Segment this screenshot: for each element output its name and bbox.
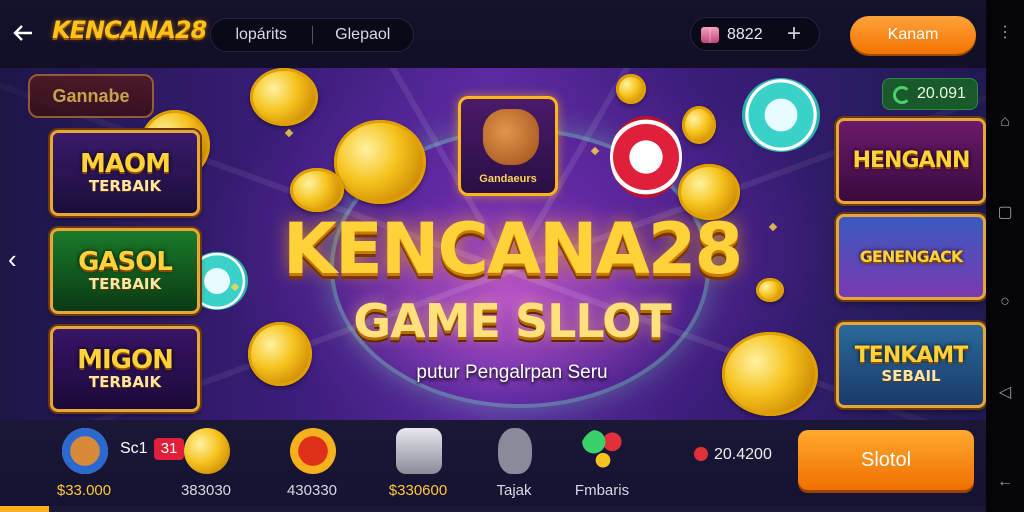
bitcoin-icon xyxy=(290,428,336,474)
gold-coin-icon xyxy=(682,106,716,144)
system-navigation-bar: ⋮ ⌂ ▢ ○ ◁ ← xyxy=(986,0,1024,512)
bottom-item-caption: Fmbaris xyxy=(574,482,630,499)
gold-coin-icon xyxy=(250,68,318,126)
add-icon[interactable]: + xyxy=(787,20,801,48)
gold-coin-icon xyxy=(290,168,344,212)
app-screen: ⋮ ⌂ ▢ ○ ◁ ← KENCANA28 lopárits Glepaol 8… xyxy=(0,0,1024,512)
mascot-badge: Gandaeurs xyxy=(458,96,558,196)
badge-prefix: Sc1 xyxy=(120,440,148,457)
square-icon[interactable]: ▢ xyxy=(995,202,1015,222)
bottom-item-caption: 430330 xyxy=(286,482,338,499)
circle-icon[interactable]: ○ xyxy=(995,292,1015,312)
prize-value: 20.091 xyxy=(917,85,966,102)
back-icon[interactable] xyxy=(12,22,34,44)
gift-icon xyxy=(701,27,719,43)
apple-icon xyxy=(498,428,532,474)
game-tile-right-3[interactable]: TENKAMT SEBAIL xyxy=(836,322,986,408)
slot-play-button[interactable]: Slotol xyxy=(798,430,974,490)
bottom-item-caption: $330600 xyxy=(388,482,448,499)
tab-switcher: lopárits Glepaol xyxy=(210,18,414,52)
tile-title: MAOM xyxy=(80,149,171,179)
sparkle-icon xyxy=(284,128,294,138)
loading-progress-bar xyxy=(0,506,986,512)
coin-balance[interactable]: 8822 + xyxy=(690,17,820,51)
bottom-item-caption: 383030 xyxy=(180,482,232,499)
bottom-item-1[interactable]: $33.000 xyxy=(44,424,124,504)
game-tile-left-2[interactable]: GASOL TERBAIK xyxy=(50,228,200,314)
top-bar: KENCANA28 lopárits Glepaol 8822 + Kanam xyxy=(0,0,986,68)
tab-second[interactable]: Glepaol xyxy=(313,26,414,44)
bottom-item-4[interactable]: $330600 xyxy=(378,424,458,504)
coin-value: 8822 xyxy=(727,26,763,43)
gems-icon xyxy=(580,428,626,474)
carousel-prev-icon[interactable]: ‹ xyxy=(8,244,17,275)
tile-title: HENGANN xyxy=(852,148,971,173)
bottom-bar: $33.000 Sc1 31 383030 430330 $330600 Taj… xyxy=(0,420,986,512)
tile-title: GASOL xyxy=(78,247,173,277)
dog-chip-icon xyxy=(62,428,108,474)
currency-icon xyxy=(694,447,708,461)
gold-coin-icon xyxy=(184,428,230,474)
balance-value: 20.4200 xyxy=(714,446,772,463)
triangle-back-icon[interactable]: ◁ xyxy=(995,382,1015,402)
bottom-item-2[interactable]: 383030 xyxy=(166,424,246,504)
game-tile-right-2[interactable]: GENENGACK xyxy=(836,214,986,300)
recycle-icon xyxy=(893,86,911,104)
home-icon[interactable]: ⌂ xyxy=(995,112,1015,132)
bottom-item-6[interactable]: Fmbaris xyxy=(562,424,642,504)
top-action-button[interactable]: Kanam xyxy=(850,16,976,54)
game-tile-right-1[interactable]: HENGANN xyxy=(836,118,986,204)
mascot-icon xyxy=(483,109,539,165)
prize-badge[interactable]: 20.091 xyxy=(882,78,978,110)
mascot-label: Gandaeurs xyxy=(479,173,537,185)
tile-title: GENENGACK xyxy=(859,247,963,266)
corner-brand: Gannabe xyxy=(28,74,154,118)
progress-fill xyxy=(0,506,50,512)
bottom-item-5[interactable]: Tajak xyxy=(474,424,554,504)
balance-display: 20.4200 xyxy=(694,446,772,464)
tile-subtitle: TERBAIK xyxy=(88,177,162,195)
bottom-item-caption: Tajak xyxy=(496,482,532,499)
tile-subtitle: SEBAIL xyxy=(881,367,941,385)
bottom-item-caption: $33.000 xyxy=(56,482,112,499)
promo-banner[interactable]: Gannabe Gandaeurs KENCANA28 GAME SLLOT p… xyxy=(0,68,986,420)
dice-cup-icon xyxy=(396,428,442,474)
gold-coin-icon xyxy=(334,120,426,204)
game-tile-left-3[interactable]: MIGON TERBAIK xyxy=(50,326,200,412)
bottom-item-3[interactable]: 430330 xyxy=(272,424,352,504)
tile-title: TENKAMT xyxy=(854,343,968,368)
back-arrow-icon[interactable]: ← xyxy=(995,472,1015,492)
app-logo: KENCANA28 xyxy=(52,16,207,44)
tile-subtitle: TERBAIK xyxy=(88,275,162,293)
poker-chip-icon xyxy=(742,78,820,152)
overflow-menu-icon[interactable]: ⋮ xyxy=(995,22,1015,42)
tile-title: MIGON xyxy=(77,345,174,375)
tile-subtitle: TERBAIK xyxy=(88,373,162,391)
tab-first[interactable]: lopárits xyxy=(211,26,312,44)
game-tile-left-1[interactable]: MAOM TERBAIK xyxy=(50,130,200,216)
gold-coin-icon xyxy=(616,74,646,104)
poker-chip-icon xyxy=(610,116,682,198)
